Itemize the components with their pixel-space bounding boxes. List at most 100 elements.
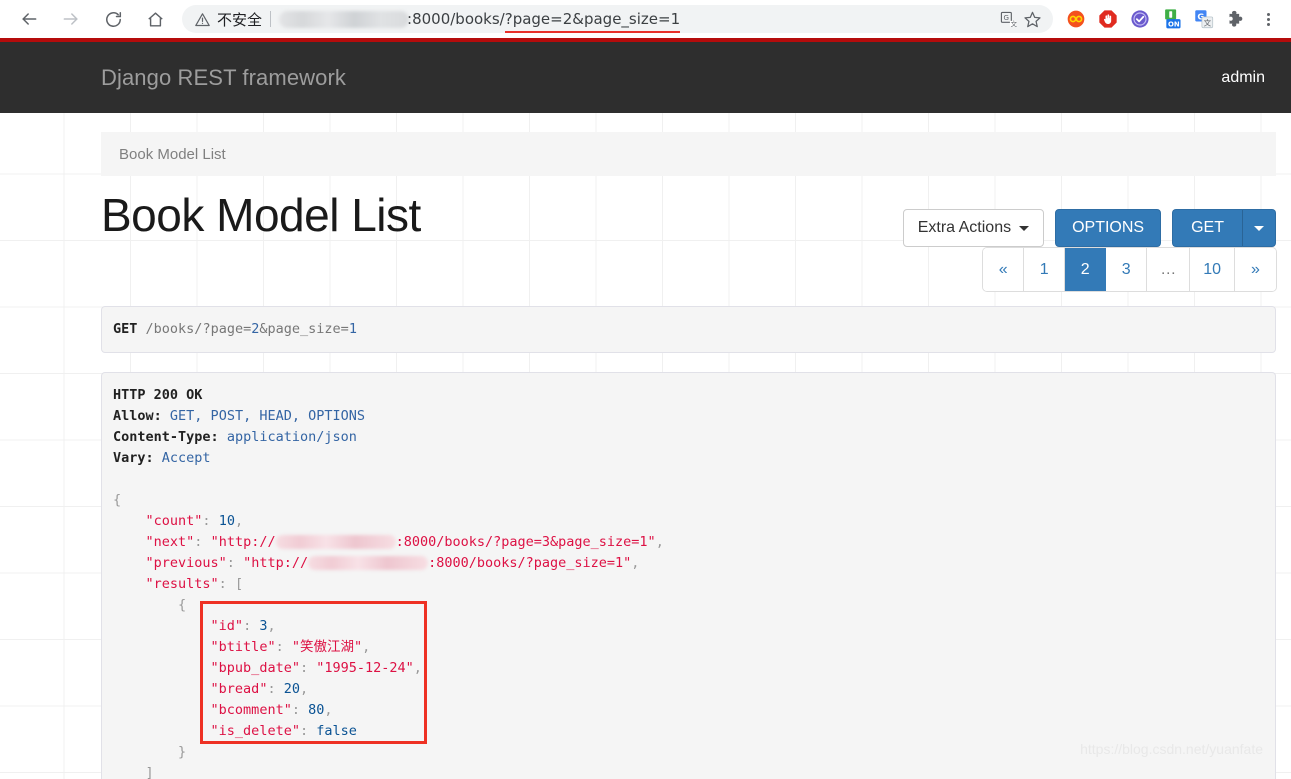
json-value-next-suffix: :8000/books/?page=3&page_size=1" <box>395 534 656 550</box>
header-name-vary: Vary: <box>113 450 154 466</box>
request-query-key-1: page <box>210 321 244 337</box>
json-results-open-bracket: [ <box>234 576 244 592</box>
json-value-bread: 20 <box>283 681 300 697</box>
json-results-close-bracket: ] <box>145 765 154 779</box>
json-record-field-bpub-date: "bpub_date": "1995-12-24", <box>210 660 422 676</box>
response-header-allow: Allow: GET, POST, HEAD, OPTIONS <box>113 406 1263 427</box>
brand-title[interactable]: Django REST framework <box>101 65 346 91</box>
json-value-bcomment: 80 <box>308 702 325 718</box>
adblock-stop-hand-icon[interactable] <box>1097 8 1119 30</box>
forward-arrow-icon[interactable] <box>56 4 86 34</box>
request-query-eq-1: = <box>243 321 252 337</box>
json-line-count: "count": 10, <box>145 513 244 529</box>
pagination: « 1 2 3 … 10 » <box>983 248 1276 291</box>
request-method: GET <box>113 321 138 337</box>
back-arrow-icon[interactable] <box>14 4 44 34</box>
pagination-page-1[interactable]: 1 <box>1024 248 1066 291</box>
get-dropdown-toggle[interactable] <box>1243 209 1276 247</box>
json-record-field-is-delete: "is_delete": false <box>210 723 357 739</box>
url-red-underline-annotation <box>504 31 681 33</box>
redacted-host-inline-previous <box>308 556 429 570</box>
infinity-extension-icon[interactable] <box>1065 8 1087 30</box>
options-button[interactable]: OPTIONS <box>1055 209 1162 247</box>
json-key-next: "next" <box>145 534 195 550</box>
on-badge-icon[interactable]: ON <box>1161 8 1183 30</box>
json-key-id: "id" <box>210 618 244 634</box>
pagination-page-3[interactable]: 3 <box>1106 248 1148 291</box>
navbar-user-menu[interactable]: admin <box>1221 69 1265 87</box>
translate-icon[interactable]: G文 <box>997 8 1019 30</box>
response-pane: HTTP 200 OK Allow: GET, POST, HEAD, OPTI… <box>101 372 1276 779</box>
json-line-results: "results": [ <box>145 576 244 592</box>
security-status-label: 不安全 <box>217 10 263 29</box>
pagination-ellipsis: … <box>1147 248 1191 291</box>
request-query-key-2: page_size <box>267 321 341 337</box>
json-value-is-delete: false <box>316 723 357 739</box>
title-row: Book Model List Extra Actions OPTIONS GE… <box>101 176 1276 248</box>
page-body: Book Model List Book Model List Extra Ac… <box>0 113 1291 779</box>
address-bar-url: :8000/books/?page=2&page_size=1 <box>407 10 681 33</box>
header-value-vary: Accept <box>161 450 211 466</box>
redacted-host-block <box>279 10 410 28</box>
json-record-open-brace: { <box>178 597 187 613</box>
breadcrumb: Book Model List <box>101 132 1276 176</box>
json-line-next: "next": "http://:8000/books/?page=3&page… <box>145 534 664 550</box>
omnibox-divider <box>270 11 272 27</box>
header-value-allow: GET, POST, HEAD, OPTIONS <box>169 408 365 424</box>
svg-text:ON: ON <box>1168 20 1180 28</box>
json-record-close-brace: } <box>178 744 187 760</box>
request-query-amp: & <box>259 321 268 337</box>
pagination-page-10[interactable]: 10 <box>1190 248 1235 291</box>
pagination-prev[interactable]: « <box>983 248 1025 291</box>
json-key-is-delete: "is_delete" <box>210 723 300 739</box>
json-record-field-bread: "bread": 20, <box>210 681 309 697</box>
pagination-page-2[interactable]: 2 <box>1065 248 1107 291</box>
google-translate-icon[interactable]: G文 <box>1193 8 1215 30</box>
json-value-count: 10 <box>218 513 235 529</box>
puzzle-extensions-icon[interactable] <box>1225 8 1247 30</box>
redacted-host-inline-next <box>275 535 396 549</box>
star-icon[interactable] <box>1021 8 1043 30</box>
json-line-previous: "previous": "http://:8000/books/?page_si… <box>145 555 640 571</box>
kebab-menu-icon[interactable] <box>1257 8 1279 30</box>
json-value-btitle: "笑傲江湖" <box>291 639 363 655</box>
extra-actions-dropdown[interactable]: Extra Actions <box>902 209 1045 247</box>
json-key-btitle: "btitle" <box>210 639 276 655</box>
pagination-next[interactable]: » <box>1235 248 1276 291</box>
svg-text:文: 文 <box>1204 18 1212 28</box>
get-split-button: GET <box>1172 209 1276 247</box>
request-query-eq-2: = <box>340 321 349 337</box>
json-value-bpub-date: "1995-12-24" <box>316 660 414 676</box>
svg-text:G: G <box>1003 13 1009 22</box>
header-value-content-type: application/json <box>226 429 357 445</box>
action-buttons: Extra Actions OPTIONS GET <box>902 209 1276 247</box>
response-header-content-type: Content-Type: application/json <box>113 427 1263 448</box>
json-value-previous-prefix: "http:// <box>243 555 309 571</box>
json-key-previous: "previous" <box>145 555 227 571</box>
header-name-content-type: Content-Type: <box>113 429 219 445</box>
svg-text:文: 文 <box>1010 19 1016 28</box>
address-bar[interactable]: 不安全 :8000/books/?page=2&page_size=1 G文 <box>182 5 1053 33</box>
url-query-string: ?page=2&page_size=1 <box>504 10 681 33</box>
json-key-bread: "bread" <box>210 681 268 697</box>
checkmark-shield-icon[interactable] <box>1129 8 1151 30</box>
url-host-port: :8000/books/ <box>407 10 505 28</box>
json-key-results: "results" <box>145 576 219 592</box>
content-container: Book Model List Extra Actions OPTIONS GE… <box>101 176 1276 779</box>
json-record-field-btitle: "btitle": "笑傲江湖", <box>210 639 371 655</box>
browser-toolbar: 不安全 :8000/books/?page=2&page_size=1 G文 O… <box>0 0 1291 38</box>
page-title: Book Model List <box>101 189 421 241</box>
json-record-field-bcomment: "bcomment": 80, <box>210 702 333 718</box>
request-pane: GET /books/?page=2&page_size=1 <box>101 306 1276 353</box>
extension-icons-group: ON G文 <box>1059 8 1285 30</box>
response-body-spacer <box>113 469 1263 490</box>
get-button[interactable]: GET <box>1172 209 1243 247</box>
home-icon[interactable] <box>140 4 170 34</box>
json-key-bpub-date: "bpub_date" <box>210 660 300 676</box>
warning-triangle-icon <box>194 11 211 28</box>
chevron-down-icon <box>1254 225 1264 231</box>
json-record-field-id: "id": 3, <box>210 618 276 634</box>
reload-icon[interactable] <box>98 4 128 34</box>
header-name-allow: Allow: <box>113 408 162 424</box>
breadcrumb-item-book-model-list[interactable]: Book Model List <box>119 146 226 163</box>
